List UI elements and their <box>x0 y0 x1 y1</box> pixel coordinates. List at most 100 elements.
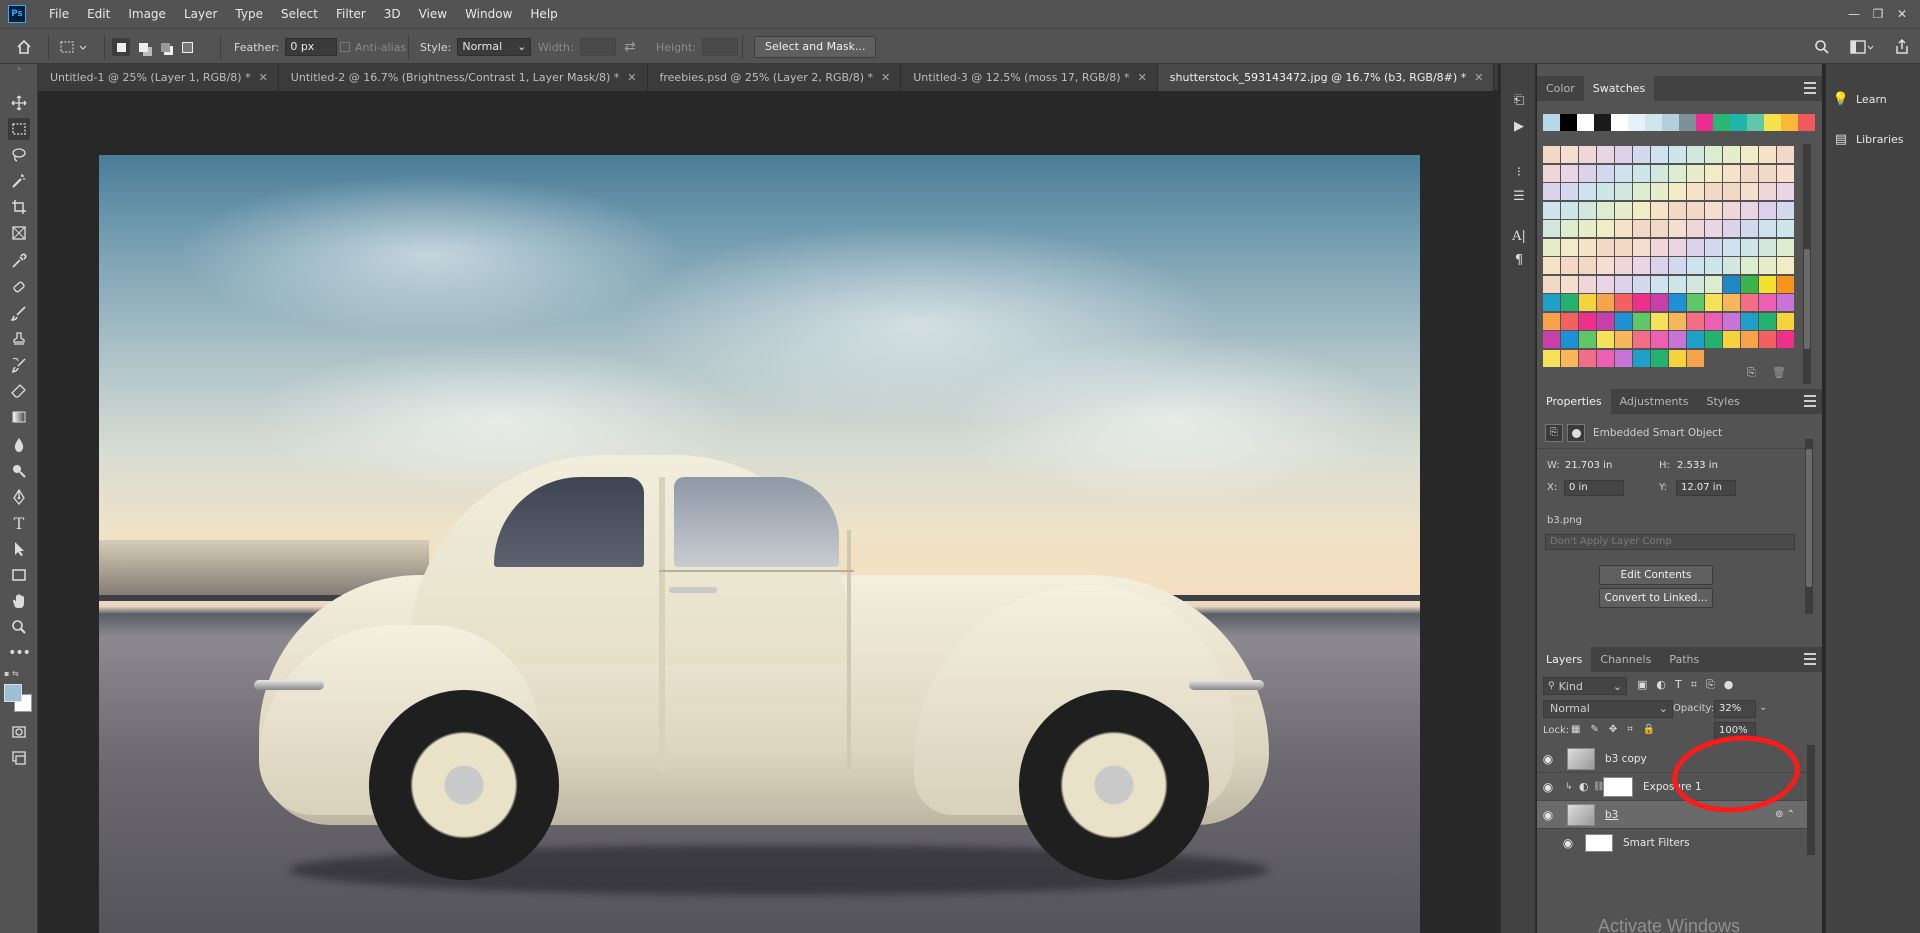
rectangle-tool-icon[interactable] <box>8 564 30 586</box>
swatch[interactable] <box>1611 114 1628 131</box>
swatch[interactable] <box>1543 146 1560 163</box>
swatch[interactable] <box>1633 312 1650 330</box>
swatch[interactable] <box>1579 275 1596 293</box>
swatch[interactable] <box>1579 349 1596 367</box>
swatch[interactable] <box>1777 220 1794 237</box>
swatch[interactable] <box>1777 238 1794 256</box>
swatch[interactable] <box>1741 257 1758 274</box>
swatch[interactable] <box>1705 146 1722 163</box>
swatch[interactable] <box>1777 275 1794 293</box>
swatch[interactable] <box>1705 349 1722 367</box>
tab-untitled-3[interactable]: Untitled-3 @ 12.5% (moss 17, RGB/8) * ✕ <box>901 64 1158 91</box>
swatch[interactable] <box>1579 294 1596 311</box>
swatch[interactable] <box>1628 114 1645 131</box>
history-brush-tool-icon[interactable] <box>8 354 30 376</box>
swatch[interactable] <box>1747 114 1764 131</box>
swatch[interactable] <box>1759 294 1776 311</box>
quick-mask-icon[interactable] <box>8 721 30 743</box>
swatch[interactable] <box>1759 312 1776 330</box>
swatch[interactable] <box>1687 220 1704 237</box>
swatch[interactable] <box>1633 220 1650 237</box>
swatch[interactable] <box>1633 349 1650 367</box>
swatch[interactable] <box>1687 331 1704 348</box>
swatch[interactable] <box>1579 164 1596 182</box>
swatch[interactable] <box>1615 238 1632 256</box>
swatch[interactable] <box>1687 201 1704 219</box>
swatch[interactable] <box>1651 257 1668 274</box>
dodge-tool-icon[interactable] <box>8 460 30 482</box>
swatch[interactable] <box>1759 164 1776 182</box>
swatch[interactable] <box>1705 164 1722 182</box>
brush-tool-icon[interactable] <box>8 302 30 324</box>
swatch[interactable] <box>1777 201 1794 219</box>
swatch[interactable] <box>1764 114 1781 131</box>
share-icon[interactable] <box>1894 29 1910 65</box>
height-input[interactable] <box>702 38 739 56</box>
swatch[interactable] <box>1741 238 1758 256</box>
swatch[interactable] <box>1723 312 1740 330</box>
swatch[interactable] <box>1669 312 1686 330</box>
swatch[interactable] <box>1615 220 1632 237</box>
tab-styles[interactable]: Styles <box>1697 389 1748 414</box>
canvas-area[interactable] <box>39 92 1501 933</box>
filter-pixel-icon[interactable]: ▣ <box>1637 678 1647 692</box>
layer-name[interactable]: Smart Filters <box>1623 837 1690 849</box>
close-icon[interactable]: ✕ <box>1890 7 1914 21</box>
menu-3d[interactable]: 3D <box>375 0 410 28</box>
menu-filter[interactable]: Filter <box>327 0 375 28</box>
swatch[interactable] <box>1651 220 1668 237</box>
tab-freebies[interactable]: freebies.psd @ 25% (Layer 2, RGB/8) * ✕ <box>647 64 902 91</box>
swatch[interactable] <box>1561 201 1578 219</box>
swatch[interactable] <box>1543 294 1560 311</box>
foreground-color-swatch[interactable] <box>4 684 22 702</box>
add-selection-icon[interactable] <box>134 38 152 56</box>
swatch[interactable] <box>1759 201 1776 219</box>
swatch[interactable] <box>1669 220 1686 237</box>
lasso-tool-icon[interactable] <box>8 144 30 166</box>
layer-comp-select[interactable]: Don't Apply Layer Comp <box>1545 534 1795 550</box>
swatch[interactable] <box>1705 201 1722 219</box>
swatch[interactable] <box>1651 331 1668 348</box>
panel-menu-icon[interactable] <box>1804 653 1816 665</box>
swatch[interactable] <box>1687 349 1704 367</box>
zoom-tool-icon[interactable] <box>8 616 30 638</box>
more-tools-icon[interactable]: ••• <box>8 642 31 664</box>
swatch[interactable] <box>1561 294 1578 311</box>
menu-layer[interactable]: Layer <box>175 0 226 28</box>
swatch[interactable] <box>1561 183 1578 200</box>
swatch[interactable] <box>1759 275 1776 293</box>
menu-type[interactable]: Type <box>226 0 272 28</box>
swatch[interactable] <box>1741 294 1758 311</box>
type-tool-icon[interactable]: T <box>8 512 30 534</box>
swatch[interactable] <box>1669 294 1686 311</box>
menu-edit[interactable]: Edit <box>78 0 119 28</box>
swatch[interactable] <box>1669 238 1686 256</box>
brushes-panel-icon[interactable]: ⁝ <box>1509 162 1529 182</box>
menu-file[interactable]: File <box>40 0 78 28</box>
width-input[interactable] <box>579 38 616 56</box>
swatch[interactable] <box>1579 238 1596 256</box>
swatch[interactable] <box>1662 114 1679 131</box>
menu-view[interactable]: View <box>410 0 456 28</box>
swatch[interactable] <box>1543 164 1560 182</box>
intersect-selection-icon[interactable] <box>178 38 196 56</box>
visibility-eye-icon[interactable]: ◉ <box>1557 836 1579 850</box>
swatch[interactable] <box>1777 146 1794 163</box>
swatch[interactable] <box>1633 146 1650 163</box>
swatch[interactable] <box>1561 220 1578 237</box>
document-canvas[interactable] <box>99 155 1420 933</box>
swatch[interactable] <box>1705 275 1722 293</box>
link-icon[interactable]: ⛓ <box>1593 782 1604 792</box>
paragraph-panel-icon[interactable]: ¶ <box>1509 250 1529 270</box>
swatch[interactable] <box>1713 114 1730 131</box>
swatch[interactable] <box>1723 220 1740 237</box>
swatch[interactable] <box>1577 114 1594 131</box>
swatch[interactable] <box>1777 257 1794 274</box>
character-panel-icon[interactable]: A| <box>1509 226 1529 246</box>
swatch[interactable] <box>1651 312 1668 330</box>
learn-button[interactable]: 💡 Learn <box>1826 82 1920 116</box>
frame-tool-icon[interactable] <box>8 222 30 244</box>
swatch[interactable] <box>1543 349 1560 367</box>
swatch[interactable] <box>1669 201 1686 219</box>
crop-tool-icon[interactable] <box>8 196 30 218</box>
